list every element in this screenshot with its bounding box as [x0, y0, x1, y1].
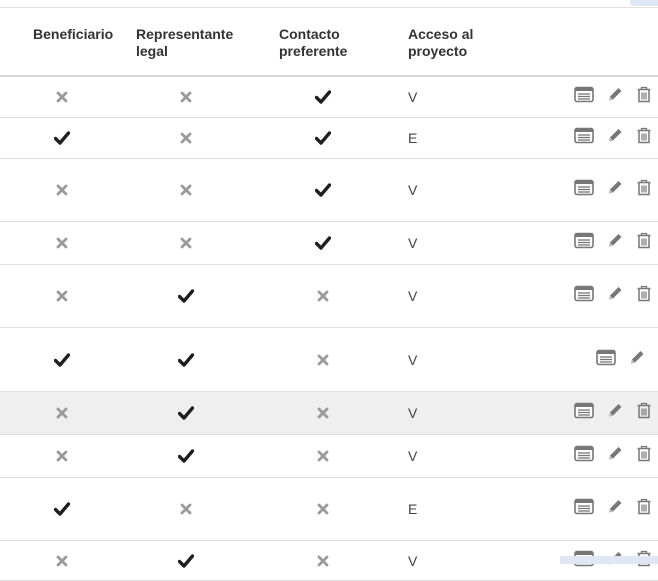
row-actions: [574, 445, 652, 468]
table-row[interactable]: E: [0, 118, 658, 159]
table-row[interactable]: V: [0, 159, 658, 222]
edit-pencil-icon[interactable]: [606, 445, 624, 468]
edit-pencil-icon[interactable]: [606, 179, 624, 202]
acceso-value: E: [408, 130, 418, 146]
header-acceso-line1: Acceso al: [408, 26, 474, 42]
table-row[interactable]: V: [0, 392, 658, 435]
acceso-value: V: [408, 552, 418, 569]
details-list-icon[interactable]: [574, 402, 594, 424]
contacto-check-icon: [311, 236, 335, 250]
table-row[interactable]: V: [0, 77, 658, 118]
beneficiario-cross-icon: [50, 450, 74, 462]
table-row[interactable]: V: [0, 265, 658, 328]
table-row[interactable]: V: [0, 222, 658, 265]
representante-cross-icon: [174, 237, 198, 249]
contacto-check-icon: [311, 131, 335, 145]
delete-trash-icon[interactable]: [636, 402, 652, 425]
delete-trash-icon[interactable]: [636, 445, 652, 468]
details-list-icon[interactable]: [596, 349, 616, 370]
representante-check-icon: [174, 289, 198, 303]
delete-trash-icon[interactable]: [636, 498, 652, 521]
row-actions: [574, 285, 652, 308]
table-row[interactable]: V: [0, 328, 658, 392]
edit-pencil-icon[interactable]: [606, 127, 624, 150]
header-representante-line2: legal: [136, 43, 168, 59]
representante-check-icon: [174, 553, 198, 568]
contacto-cross-icon: [311, 450, 335, 462]
scrollbar-bottom[interactable]: [560, 556, 658, 564]
beneficiario-cross-icon: [50, 91, 74, 103]
details-list-icon[interactable]: [574, 498, 594, 520]
delete-trash-icon[interactable]: [636, 86, 652, 109]
header-representante-legal: Representante legal: [136, 26, 233, 60]
edit-pencil-icon[interactable]: [628, 348, 646, 371]
header-contacto-line1: Contacto: [279, 26, 340, 42]
details-list-icon[interactable]: [574, 179, 594, 201]
details-list-icon[interactable]: [574, 127, 594, 149]
beneficiario-cross-icon: [50, 184, 74, 196]
representante-check-icon: [174, 352, 198, 367]
acceso-value: V: [408, 351, 418, 368]
representante-cross-icon: [174, 503, 198, 515]
acceso-value: V: [408, 89, 418, 105]
row-actions: [574, 232, 652, 255]
row-actions: [574, 86, 652, 109]
contacto-cross-icon: [311, 290, 335, 302]
acceso-value: V: [408, 288, 418, 304]
row-actions: [574, 179, 652, 202]
details-list-icon[interactable]: [574, 232, 594, 254]
beneficiario-cross-icon: [50, 555, 74, 567]
table-row[interactable]: V: [0, 435, 658, 478]
row-actions: [596, 348, 646, 371]
row-actions: [574, 498, 652, 521]
delete-trash-icon[interactable]: [636, 285, 652, 308]
edit-pencil-icon[interactable]: [606, 498, 624, 521]
details-list-icon[interactable]: [574, 445, 594, 467]
edit-pencil-icon[interactable]: [606, 232, 624, 255]
header-contacto-preferente: Contacto preferente: [279, 26, 347, 60]
acceso-value: V: [408, 405, 418, 421]
representante-cross-icon: [174, 132, 198, 144]
delete-trash-icon[interactable]: [636, 179, 652, 202]
beneficiario-cross-icon: [50, 407, 74, 419]
header-contacto-line2: preferente: [279, 43, 348, 59]
acceso-value: V: [408, 448, 418, 464]
beneficiario-check-icon: [50, 352, 74, 367]
table-header: Beneficiario Representante legal Contact…: [0, 0, 658, 77]
header-representante-line1: Representante: [136, 26, 234, 42]
contacto-check-icon: [311, 183, 335, 197]
edit-pencil-icon[interactable]: [606, 285, 624, 308]
table-row[interactable]: E: [0, 478, 658, 541]
delete-trash-icon[interactable]: [636, 232, 652, 255]
row-actions: [574, 402, 652, 425]
contacto-cross-icon: [311, 407, 335, 419]
contacto-cross-icon: [311, 555, 335, 567]
header-acceso-line2: proyecto: [408, 43, 468, 59]
contacto-cross-icon: [311, 503, 335, 515]
acceso-value: V: [408, 182, 418, 198]
beneficiario-cross-icon: [50, 290, 74, 302]
header-beneficiario: Beneficiario: [33, 26, 114, 42]
contacto-cross-icon: [311, 354, 335, 366]
details-list-icon[interactable]: [574, 86, 594, 108]
representante-cross-icon: [174, 91, 198, 103]
beneficiario-check-icon: [50, 131, 74, 145]
contacto-check-icon: [311, 90, 335, 104]
row-actions: [574, 127, 652, 150]
delete-trash-icon[interactable]: [636, 127, 652, 150]
acceso-value: V: [408, 235, 418, 251]
edit-pencil-icon[interactable]: [606, 402, 624, 425]
representante-check-icon: [174, 449, 198, 463]
acceso-value: E: [408, 501, 418, 517]
edit-pencil-icon[interactable]: [606, 86, 624, 109]
representante-cross-icon: [174, 184, 198, 196]
representante-check-icon: [174, 406, 198, 420]
details-list-icon[interactable]: [574, 285, 594, 307]
header-acceso-proyecto: Acceso al proyecto: [408, 26, 473, 60]
beneficiario-cross-icon: [50, 237, 74, 249]
beneficiario-check-icon: [50, 502, 74, 516]
